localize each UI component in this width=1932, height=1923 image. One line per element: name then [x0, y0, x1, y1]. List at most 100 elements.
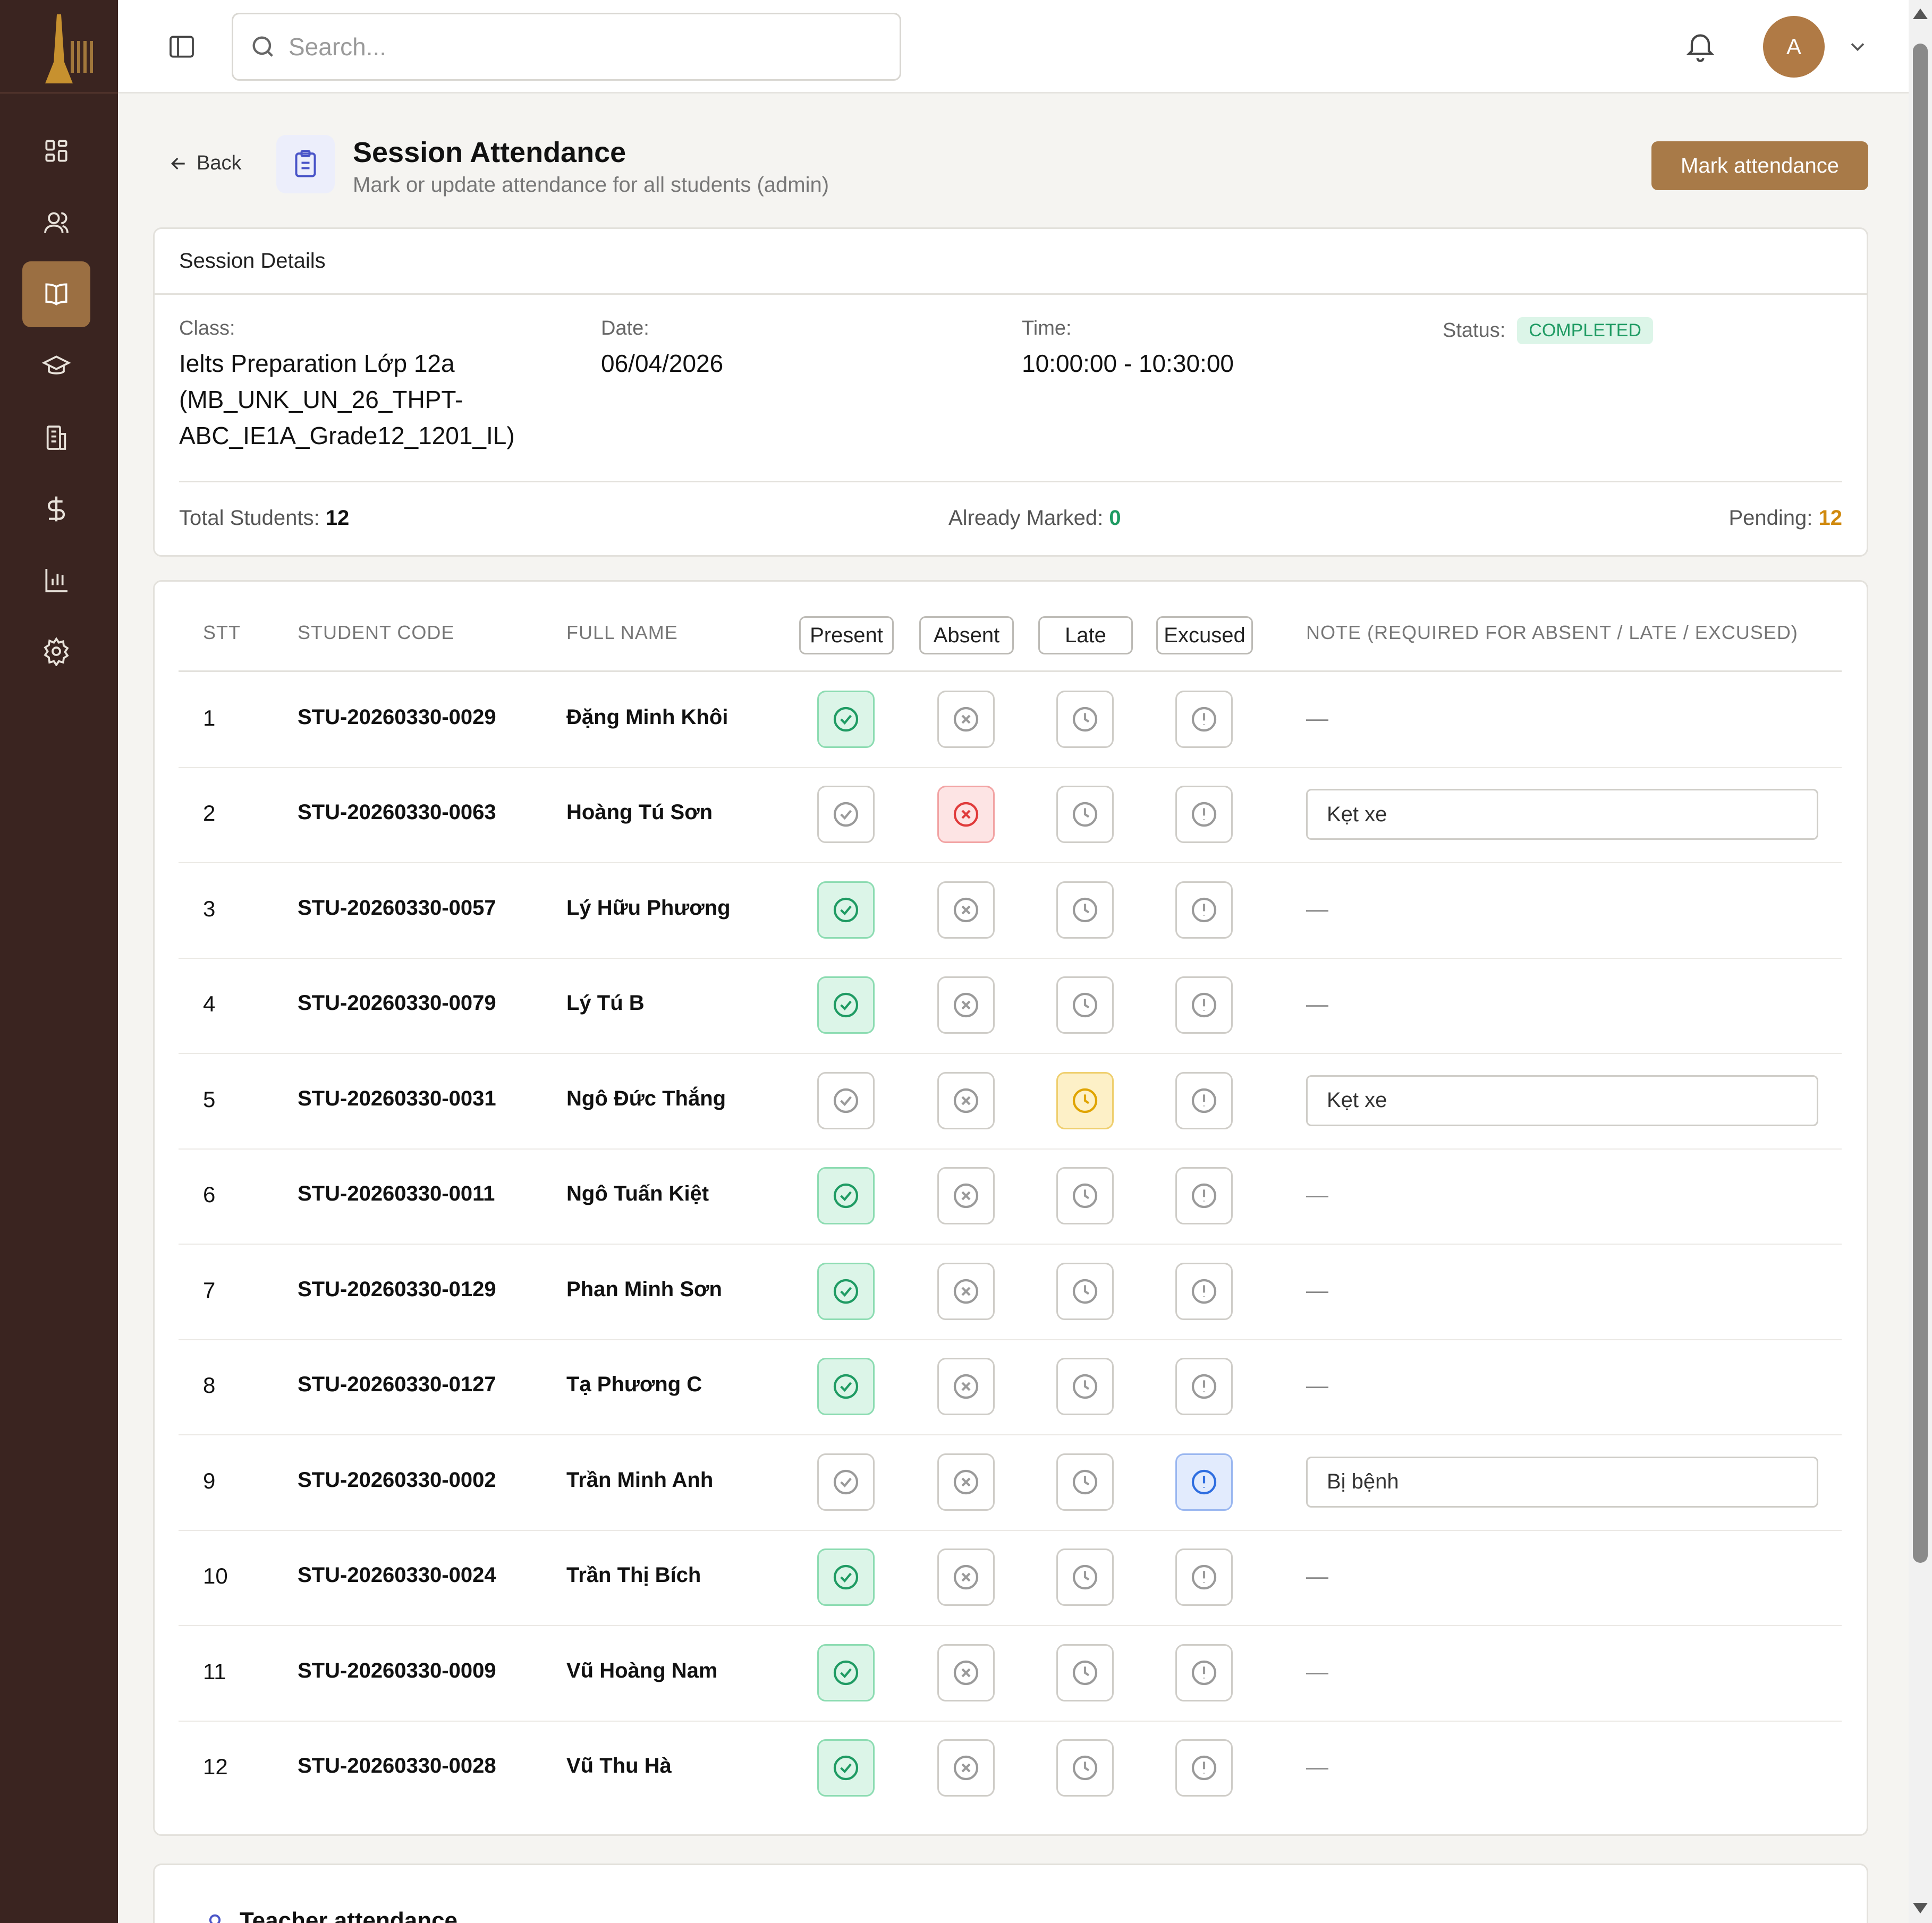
- row-divider: [179, 1053, 1842, 1054]
- excused-toggle[interactable]: [1175, 1644, 1233, 1701]
- row-divider: [179, 862, 1842, 863]
- note-input[interactable]: [1306, 1456, 1818, 1508]
- avatar[interactable]: A: [1763, 16, 1825, 78]
- present-toggle[interactable]: [817, 1739, 875, 1797]
- sidebar-item-users[interactable]: [22, 190, 90, 256]
- sidebar-item-finance[interactable]: [22, 476, 90, 542]
- late-toggle[interactable]: [1056, 690, 1114, 748]
- present-toggle[interactable]: [817, 690, 875, 748]
- brand-logo[interactable]: [0, 0, 118, 93]
- present-toggle[interactable]: [817, 1358, 875, 1416]
- excused-toggle[interactable]: [1175, 1548, 1233, 1606]
- late-toggle[interactable]: [1056, 1167, 1114, 1225]
- absent-toggle[interactable]: [937, 1071, 995, 1129]
- excused-toggle[interactable]: [1175, 1167, 1233, 1225]
- note-input[interactable]: [1306, 789, 1818, 840]
- back-link[interactable]: Back: [168, 152, 241, 175]
- notifications-button[interactable]: [1678, 24, 1723, 69]
- mark-all-late-button[interactable]: Late: [1038, 616, 1133, 654]
- present-toggle[interactable]: [817, 1644, 875, 1701]
- excused-toggle[interactable]: [1175, 976, 1233, 1034]
- col-stt: STT: [203, 622, 241, 643]
- mark-all-excused-button[interactable]: Excused: [1156, 616, 1253, 654]
- excused-toggle[interactable]: [1175, 1453, 1233, 1511]
- absent-toggle[interactable]: [937, 1548, 995, 1606]
- page-scrollbar[interactable]: [1909, 0, 1932, 1923]
- absent-toggle[interactable]: [937, 1453, 995, 1511]
- excused-toggle[interactable]: [1175, 881, 1233, 939]
- x-circle-icon: [953, 1469, 979, 1494]
- topbar: A: [118, 0, 1909, 93]
- clock-icon: [1072, 1469, 1098, 1494]
- check-circle-icon: [833, 1469, 859, 1494]
- back-label: Back: [197, 152, 242, 174]
- present-toggle[interactable]: [817, 1071, 875, 1129]
- clock-icon: [1072, 1374, 1098, 1399]
- row-stt: 5: [203, 1086, 216, 1112]
- sidebar-item-students[interactable]: [22, 334, 90, 399]
- sidebar-item-reports[interactable]: [22, 547, 90, 613]
- late-toggle[interactable]: [1056, 881, 1114, 939]
- excused-toggle[interactable]: [1175, 690, 1233, 748]
- scroll-down-arrow[interactable]: [1913, 1903, 1928, 1913]
- row-full-name: Trần Thị Bích: [566, 1563, 701, 1587]
- present-toggle[interactable]: [817, 786, 875, 844]
- absent-toggle[interactable]: [937, 976, 995, 1034]
- alert-circle-icon: [1191, 1660, 1217, 1685]
- present-toggle[interactable]: [817, 881, 875, 939]
- search-input[interactable]: [289, 32, 873, 61]
- late-toggle[interactable]: [1056, 1358, 1114, 1416]
- sidebar-item-branches[interactable]: [22, 405, 90, 471]
- excused-toggle[interactable]: [1175, 1739, 1233, 1797]
- late-toggle[interactable]: [1056, 1262, 1114, 1320]
- present-toggle[interactable]: [817, 1453, 875, 1511]
- search-box[interactable]: [232, 13, 901, 81]
- row-divider: [179, 957, 1842, 959]
- present-toggle[interactable]: [817, 1262, 875, 1320]
- excused-toggle[interactable]: [1175, 1071, 1233, 1129]
- late-toggle[interactable]: [1056, 1739, 1114, 1797]
- scroll-up-arrow[interactable]: [1913, 8, 1928, 19]
- mark-attendance-button[interactable]: Mark attendance: [1651, 141, 1868, 190]
- note-empty: —: [1306, 705, 1328, 730]
- note-input[interactable]: [1306, 1075, 1818, 1126]
- scroll-thumb[interactable]: [1913, 44, 1928, 1563]
- present-toggle[interactable]: [817, 1167, 875, 1225]
- mark-all-absent-button[interactable]: Absent: [919, 616, 1014, 654]
- absent-toggle[interactable]: [937, 786, 995, 844]
- late-toggle[interactable]: [1056, 976, 1114, 1034]
- excused-toggle[interactable]: [1175, 1358, 1233, 1416]
- late-toggle[interactable]: [1056, 786, 1114, 844]
- mark-all-present-button[interactable]: Present: [799, 616, 894, 654]
- late-toggle[interactable]: [1056, 1453, 1114, 1511]
- absent-toggle[interactable]: [937, 1358, 995, 1416]
- absent-toggle[interactable]: [937, 1167, 995, 1225]
- present-toggle[interactable]: [817, 1548, 875, 1606]
- sidebar-toggle-button[interactable]: [165, 30, 199, 64]
- class-value: Ielts Preparation Lớp 12a (MB_UNK_UN_26_…: [179, 350, 515, 449]
- row-divider: [179, 767, 1842, 768]
- sidebar-item-settings[interactable]: [22, 618, 90, 684]
- absent-toggle[interactable]: [937, 690, 995, 748]
- col-note: NOTE (REQUIRED FOR ABSENT / LATE / EXCUS…: [1306, 622, 1798, 643]
- absent-toggle[interactable]: [937, 1644, 995, 1701]
- excused-toggle[interactable]: [1175, 786, 1233, 844]
- excused-toggle[interactable]: [1175, 1262, 1233, 1320]
- x-circle-icon: [953, 993, 979, 1018]
- row-stt: 11: [203, 1658, 226, 1684]
- present-toggle[interactable]: [817, 976, 875, 1034]
- row-full-name: Lý Hữu Phương: [566, 896, 731, 920]
- session-details-card: Session Details Class: Ielts Preparation…: [153, 227, 1868, 557]
- chevron-down-icon[interactable]: [1846, 35, 1869, 58]
- late-toggle[interactable]: [1056, 1548, 1114, 1606]
- time-value: 10:00:00 - 10:30:00: [1022, 350, 1234, 377]
- absent-toggle[interactable]: [937, 881, 995, 939]
- sidebar-item-classes[interactable]: [22, 261, 90, 327]
- panel-left-icon: [170, 36, 194, 58]
- row-stt: 12: [203, 1754, 228, 1780]
- sidebar-item-dashboard[interactable]: [22, 118, 90, 184]
- absent-toggle[interactable]: [937, 1262, 995, 1320]
- late-toggle[interactable]: [1056, 1071, 1114, 1129]
- late-toggle[interactable]: [1056, 1644, 1114, 1701]
- absent-toggle[interactable]: [937, 1739, 995, 1797]
